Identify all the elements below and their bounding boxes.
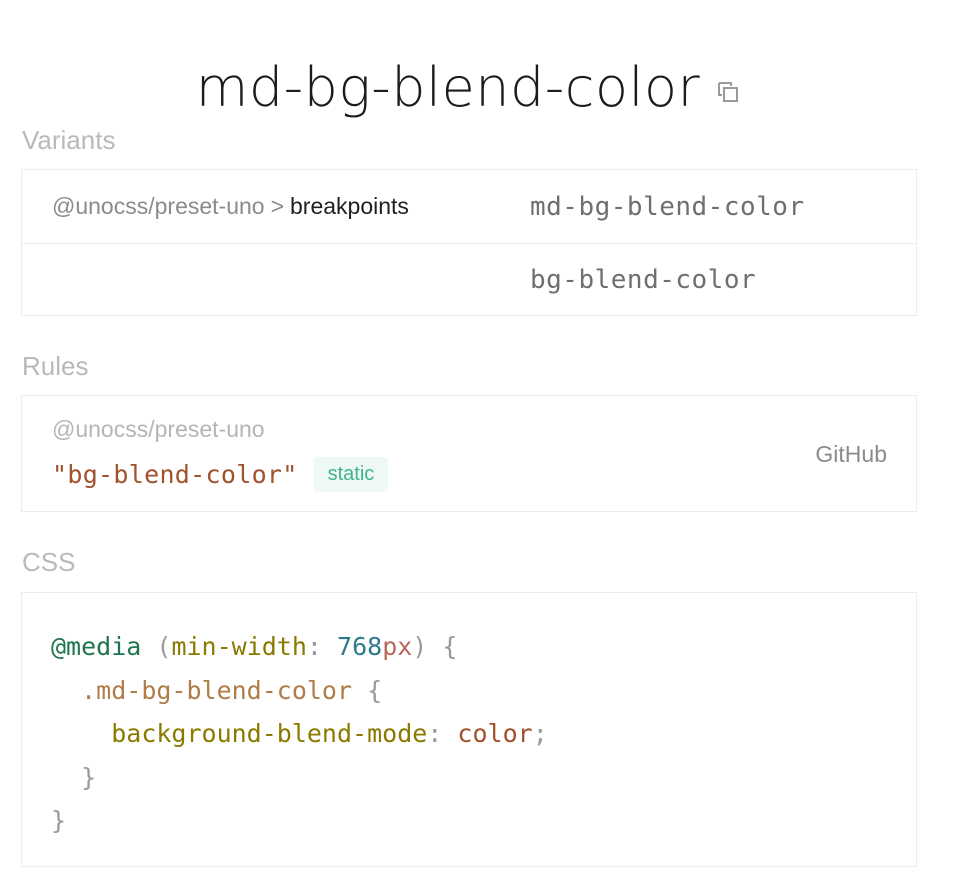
code-at-rule: @media	[51, 632, 142, 661]
code-line-3: background-blend-mode: color;	[51, 712, 887, 756]
variant-source: @unocss/preset-uno > breakpoints	[52, 193, 409, 220]
static-badge: static	[313, 457, 389, 492]
code-value: color	[457, 719, 533, 748]
code-line-5: }	[51, 799, 887, 843]
rule-line: "bg-blend-color" static	[52, 457, 389, 492]
code-media-unit: px	[382, 632, 413, 661]
rules-heading: Rules	[22, 351, 89, 381]
code-colon: :	[427, 719, 443, 748]
code-line-1: @media (min-width: 768px) {	[51, 625, 887, 669]
css-code-block: @media (min-width: 768px) { .md-bg-blend…	[21, 592, 917, 867]
code-close-brace: }	[51, 806, 67, 835]
code-line-4: }	[51, 756, 887, 800]
code-close-paren: )	[412, 632, 428, 661]
code-media-num: 768	[337, 632, 383, 661]
variant-source-separator: >	[270, 193, 285, 219]
rule-source: @unocss/preset-uno	[52, 416, 265, 442]
rules-card: @unocss/preset-uno "bg-blend-color" stat…	[21, 395, 917, 512]
code-semicolon: ;	[532, 719, 548, 748]
variants-card: @unocss/preset-uno > breakpoints md-bg-ble…	[21, 169, 917, 316]
title-row: md-bg-blend-color	[0, 52, 938, 124]
variant-source-pkg: @unocss/preset-uno	[52, 193, 265, 219]
code-close-brace: }	[81, 762, 97, 792]
page: md-bg-blend-color Variants @unocss/prese…	[0, 0, 970, 884]
code-selector: .md-bg-blend-color	[81, 675, 353, 705]
code-line-2: .md-bg-blend-color {	[51, 669, 887, 713]
variant-name: bg-blend-color	[530, 265, 757, 295]
code-colon: :	[306, 632, 322, 661]
copy-icon[interactable]	[714, 78, 742, 106]
code-open-paren: (	[156, 632, 172, 661]
code-property: background-blend-mode	[111, 719, 428, 748]
css-heading: CSS	[22, 547, 76, 577]
github-link[interactable]: GitHub	[815, 441, 887, 468]
code-open-brace: {	[367, 675, 383, 705]
variant-source-name: breakpoints	[290, 193, 409, 219]
variant-row: bg-blend-color	[22, 243, 916, 316]
variants-heading: Variants	[22, 125, 116, 155]
variant-name: md-bg-blend-color	[530, 191, 805, 222]
rule-string: "bg-blend-color"	[52, 460, 298, 489]
code-open-brace: {	[442, 632, 458, 661]
page-title: md-bg-blend-color	[195, 56, 701, 119]
variant-source	[52, 267, 64, 294]
code-media-prop: min-width	[171, 632, 307, 661]
variant-row: @unocss/preset-uno > breakpoints md-bg-ble…	[22, 170, 916, 243]
